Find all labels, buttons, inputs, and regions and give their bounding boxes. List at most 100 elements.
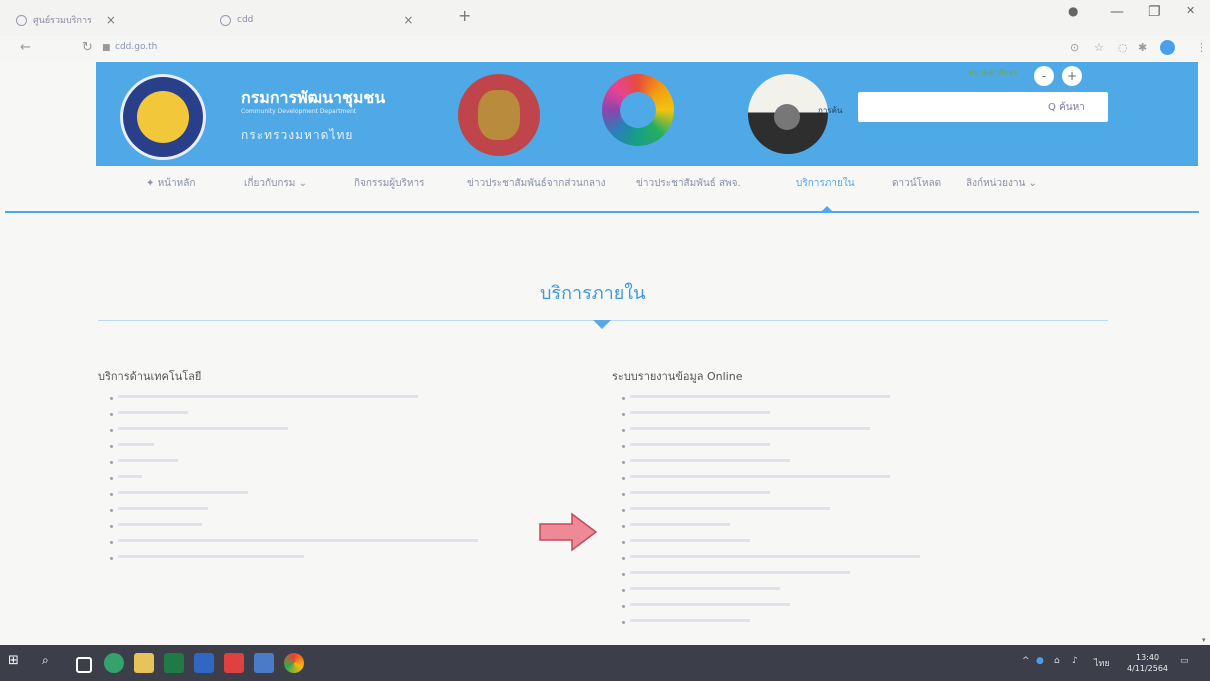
list-item[interactable] <box>110 392 478 408</box>
star-icon[interactable]: ☆ <box>1094 41 1104 54</box>
list-item[interactable] <box>622 456 920 472</box>
new-tab-button[interactable]: + <box>458 6 471 25</box>
globe-icon <box>16 14 27 26</box>
app-tray-icon[interactable]: ● <box>1036 656 1044 666</box>
sdg-wheel-logo <box>602 74 674 146</box>
word-icon[interactable] <box>194 653 214 673</box>
system-clock[interactable]: 13:40 4/11/2564 <box>1127 652 1168 674</box>
extension-icon[interactable]: ◌ <box>1118 41 1128 54</box>
notification-icon[interactable]: ▭ <box>1180 656 1189 666</box>
list-item[interactable] <box>110 456 478 472</box>
page-title: บริการภายใน <box>540 283 646 304</box>
close-window-button[interactable]: ✕ <box>1186 4 1195 17</box>
earth-logo <box>748 74 828 154</box>
ministry-label: กระทรวงมหาดไทย <box>241 128 354 142</box>
menu-icon[interactable]: ⋮ <box>1196 41 1207 54</box>
list-item[interactable] <box>622 616 920 632</box>
network-icon[interactable]: ⌂ <box>1054 656 1060 666</box>
language-indicator[interactable]: ไทย <box>1094 656 1110 670</box>
minimize-button[interactable]: — <box>1110 4 1124 20</box>
folder-icon[interactable] <box>134 653 154 673</box>
list-item[interactable] <box>622 568 920 584</box>
browser-tab-strip <box>0 0 1210 36</box>
scroll-down-icon[interactable]: ▾ <box>1202 636 1206 644</box>
url-field[interactable]: cdd.go.th <box>115 42 157 52</box>
home-icon: ✦ <box>146 178 158 189</box>
online-report-heading: ระบบรายงานข้อมูล Online <box>612 370 743 383</box>
profile-avatar[interactable] <box>1160 40 1175 55</box>
task-view-icon[interactable] <box>76 657 92 673</box>
list-item[interactable] <box>622 424 920 440</box>
nav-label: เกี่ยวกับกรม <box>244 178 296 189</box>
nav-home[interactable]: ✦ หน้าหลัก <box>146 176 195 191</box>
list-item[interactable] <box>110 424 478 440</box>
list-item[interactable] <box>110 520 478 536</box>
tab-title: cdd <box>237 15 254 25</box>
font-size-label: ขนาดตัวอักษร <box>968 68 1018 77</box>
close-tab-icon[interactable]: × <box>403 13 413 27</box>
nav-label: ลิงก์หน่วยงาน <box>966 178 1026 189</box>
search-label-partial: การค้น <box>818 106 843 115</box>
back-icon[interactable]: ← <box>20 40 31 55</box>
list-item[interactable] <box>622 536 920 552</box>
chevron-up-icon[interactable]: ^ <box>1022 656 1030 666</box>
list-item[interactable] <box>110 488 478 504</box>
tech-services-list <box>110 392 478 568</box>
browser-tab[interactable]: ศูนย์รวมบริการ × <box>16 8 116 32</box>
reload-icon[interactable]: ↻ <box>82 40 93 55</box>
maximize-button[interactable]: ❐ <box>1148 4 1161 20</box>
list-item[interactable] <box>622 600 920 616</box>
list-item[interactable] <box>110 440 478 456</box>
close-tab-icon[interactable]: × <box>106 13 116 27</box>
tech-services-heading: บริการด้านเทคโนโลยี <box>98 370 202 383</box>
lock-icon: ■ <box>102 43 111 53</box>
line-icon[interactable] <box>104 653 124 673</box>
volume-icon[interactable]: ♪ <box>1072 656 1078 666</box>
red-arrow-annotation <box>539 512 598 552</box>
list-item[interactable] <box>622 408 920 424</box>
list-item[interactable] <box>110 536 478 552</box>
puzzle-icon[interactable]: ✱ <box>1138 41 1147 54</box>
search-button[interactable]: Q ค้นหา <box>1048 100 1085 115</box>
globe-icon <box>220 14 231 26</box>
list-item[interactable] <box>110 472 478 488</box>
royal-emblem <box>458 74 540 156</box>
chrome-icon[interactable] <box>284 653 304 673</box>
zoom-icon[interactable]: ⊙ <box>1070 41 1079 54</box>
nav-internal-services[interactable]: บริการภายใน <box>796 176 855 191</box>
title-marker-icon <box>593 320 611 329</box>
nav-download[interactable]: ดาวน์โหลด <box>892 176 941 191</box>
cdd-logo[interactable] <box>120 74 206 160</box>
list-item[interactable] <box>110 504 478 520</box>
list-item[interactable] <box>622 392 920 408</box>
nav-activities[interactable]: กิจกรรมผู้บริหาร <box>354 176 424 191</box>
active-caret-icon <box>822 206 832 211</box>
start-icon[interactable]: ⊞ <box>8 653 28 673</box>
sdg-center <box>620 92 656 128</box>
list-item[interactable] <box>622 440 920 456</box>
tab-title: ศูนย์รวมบริการ <box>33 16 92 26</box>
font-increase-button[interactable]: + <box>1062 66 1082 86</box>
address-bar <box>0 36 1210 62</box>
photos-icon[interactable] <box>254 653 274 673</box>
list-item[interactable] <box>622 488 920 504</box>
nav-about[interactable]: เกี่ยวกับกรม ⌄ <box>244 176 307 191</box>
list-item[interactable] <box>622 472 920 488</box>
search-icon[interactable]: ⌕ <box>42 653 62 673</box>
list-item[interactable] <box>622 552 920 568</box>
nav-links[interactable]: ลิงก์หน่วยงาน ⌄ <box>966 176 1037 191</box>
nav-provincial-news[interactable]: ข่าวประชาสัมพันธ์ สพจ. <box>636 176 741 191</box>
nav-central-news[interactable]: ข่าวประชาสัมพันธ์จากส่วนกลาง <box>467 176 606 191</box>
list-item[interactable] <box>622 504 920 520</box>
list-item[interactable] <box>110 552 478 568</box>
excel-icon[interactable] <box>164 653 184 673</box>
browser-tab[interactable]: cdd × <box>220 8 413 32</box>
emblem-icon <box>137 91 189 143</box>
font-decrease-button[interactable]: - <box>1034 66 1054 86</box>
pdf-icon[interactable] <box>224 653 244 673</box>
list-item[interactable] <box>622 584 920 600</box>
list-item[interactable] <box>622 520 920 536</box>
chevron-down-icon: ⌄ <box>298 178 307 189</box>
list-item[interactable] <box>110 408 478 424</box>
globe-icon <box>774 104 800 130</box>
